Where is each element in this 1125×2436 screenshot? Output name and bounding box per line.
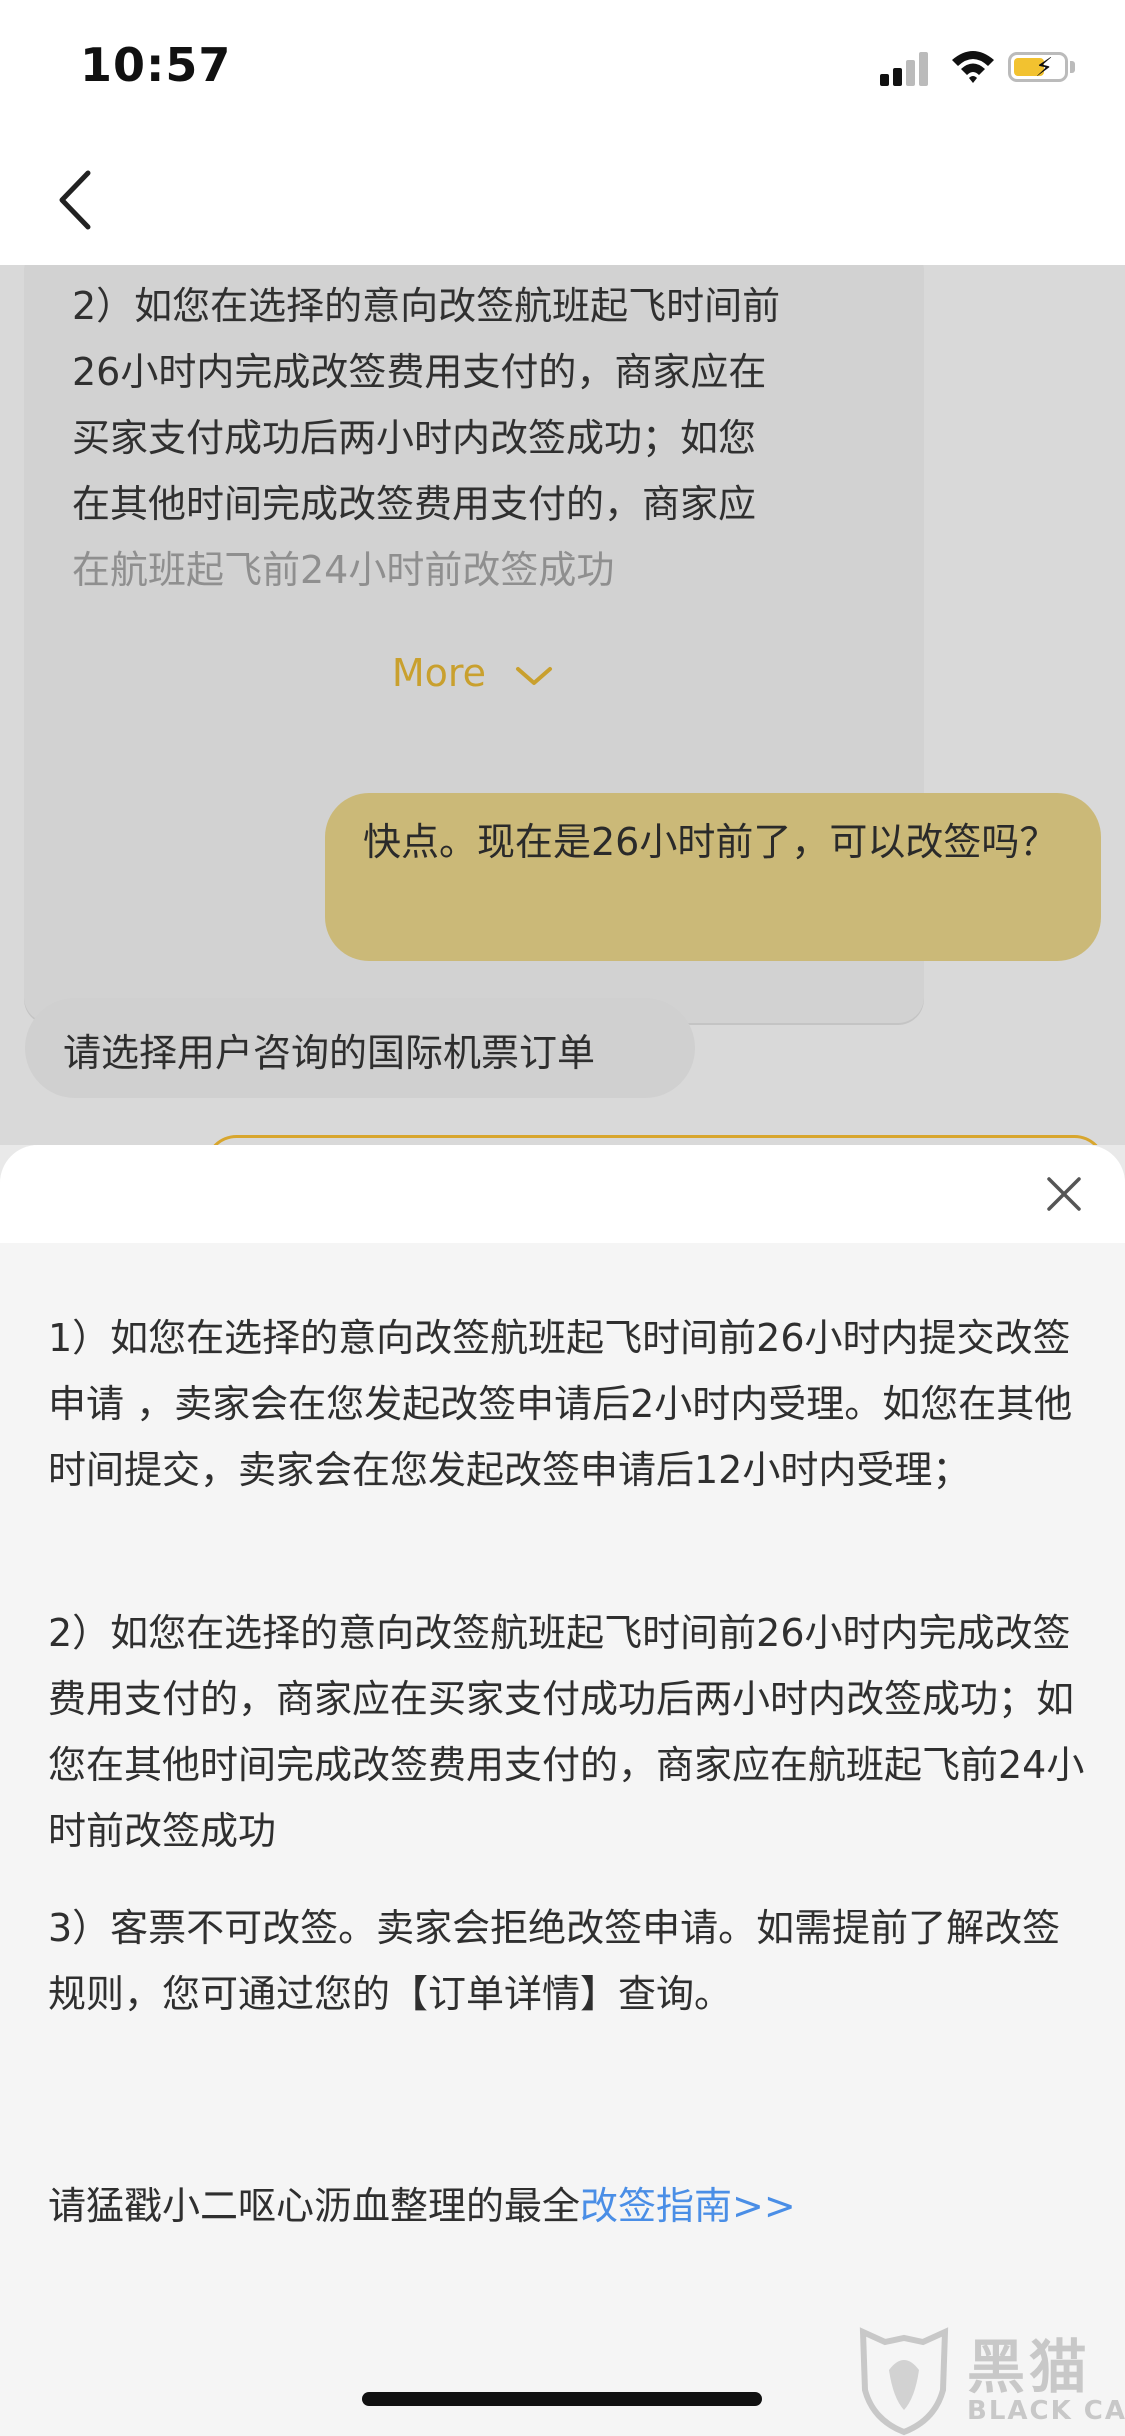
more-button[interactable]: More xyxy=(24,651,924,695)
close-icon[interactable] xyxy=(1045,1175,1083,1213)
chevron-down-icon xyxy=(516,666,553,685)
card-line: 买家支付成功后两小时内改签成功；如您 xyxy=(72,416,757,460)
status-bar: 10:57 ⚡ xyxy=(0,0,1125,140)
card-faded-line: 在航班起飞前24小时前改签成功 xyxy=(72,548,615,592)
user-message-text: 快点。现在是26小时前了，可以改签吗？ xyxy=(363,820,1058,864)
more-label: More xyxy=(391,651,487,695)
guide-text: 请猛戳小二呕心沥血整理的最全 xyxy=(48,2184,581,2228)
order-card-edge[interactable] xyxy=(205,1135,1106,1145)
rules-sheet: 1）如您在选择的意向改签航班起飞时间前26小时内提交改签申请 ，卖家会在您发起改… xyxy=(0,1145,1125,2436)
card-line: 26小时内完成改签费用支付的，商家应在 xyxy=(72,350,767,394)
status-time: 10:57 xyxy=(80,38,232,92)
rule-item: 1）如您在选择的意向改签航班起飞时间前26小时内提交改签申请 ，卖家会在您发起改… xyxy=(48,1316,1073,1492)
guide-link[interactable]: 改签指南>> xyxy=(580,2184,796,2228)
home-indicator[interactable] xyxy=(362,2392,762,2406)
signal-icon xyxy=(880,52,932,86)
card-line: 在其他时间完成改签费用支付的，商家应 xyxy=(72,482,757,526)
card-line: 2）如您在选择的意向改签航班起飞时间前 xyxy=(72,284,781,328)
bot-message-bubble: 请选择用户咨询的国际机票订单 xyxy=(25,998,695,1098)
card-content: 2）如您在选择的意向改签航班起飞时间前 26小时内完成改签费用支付的，商家应在 … xyxy=(72,273,902,603)
battery-charging-icon: ⚡ xyxy=(1008,52,1068,83)
user-message-bubble: 快点。现在是26小时前了，可以改签吗？ xyxy=(325,793,1101,961)
chevron-left-icon[interactable] xyxy=(50,165,100,235)
watermark: 黑猫 BLACK CAT xyxy=(855,2320,1125,2436)
guide-line: 请猛戳小二呕心沥血整理的最全改签指南>> xyxy=(48,2175,796,2230)
wifi-icon xyxy=(952,51,994,83)
rule-item: 2）如您在选择的意向改签航班起飞时间前26小时内完成改签费用支付的，商家应在买家… xyxy=(48,1611,1085,1853)
nav-bar xyxy=(0,140,1125,265)
battery-cap xyxy=(1070,61,1075,73)
black-cat-logo-icon xyxy=(859,2327,949,2436)
sheet-header xyxy=(0,1145,1125,1243)
watermark-cn: 黑猫 xyxy=(967,2333,1092,2401)
watermark-en: BLACK CAT xyxy=(967,2396,1125,2426)
chat-area: 2）如您在选择的意向改签航班起飞时间前 26小时内完成改签费用支付的，商家应在 … xyxy=(0,265,1125,1145)
bot-message-text: 请选择用户咨询的国际机票订单 xyxy=(63,1031,596,1075)
rule-item: 3）客票不可改签。卖家会拒绝改签申请。如需提前了解改签规则，您可通过您的【订单详… xyxy=(48,1906,1061,2016)
